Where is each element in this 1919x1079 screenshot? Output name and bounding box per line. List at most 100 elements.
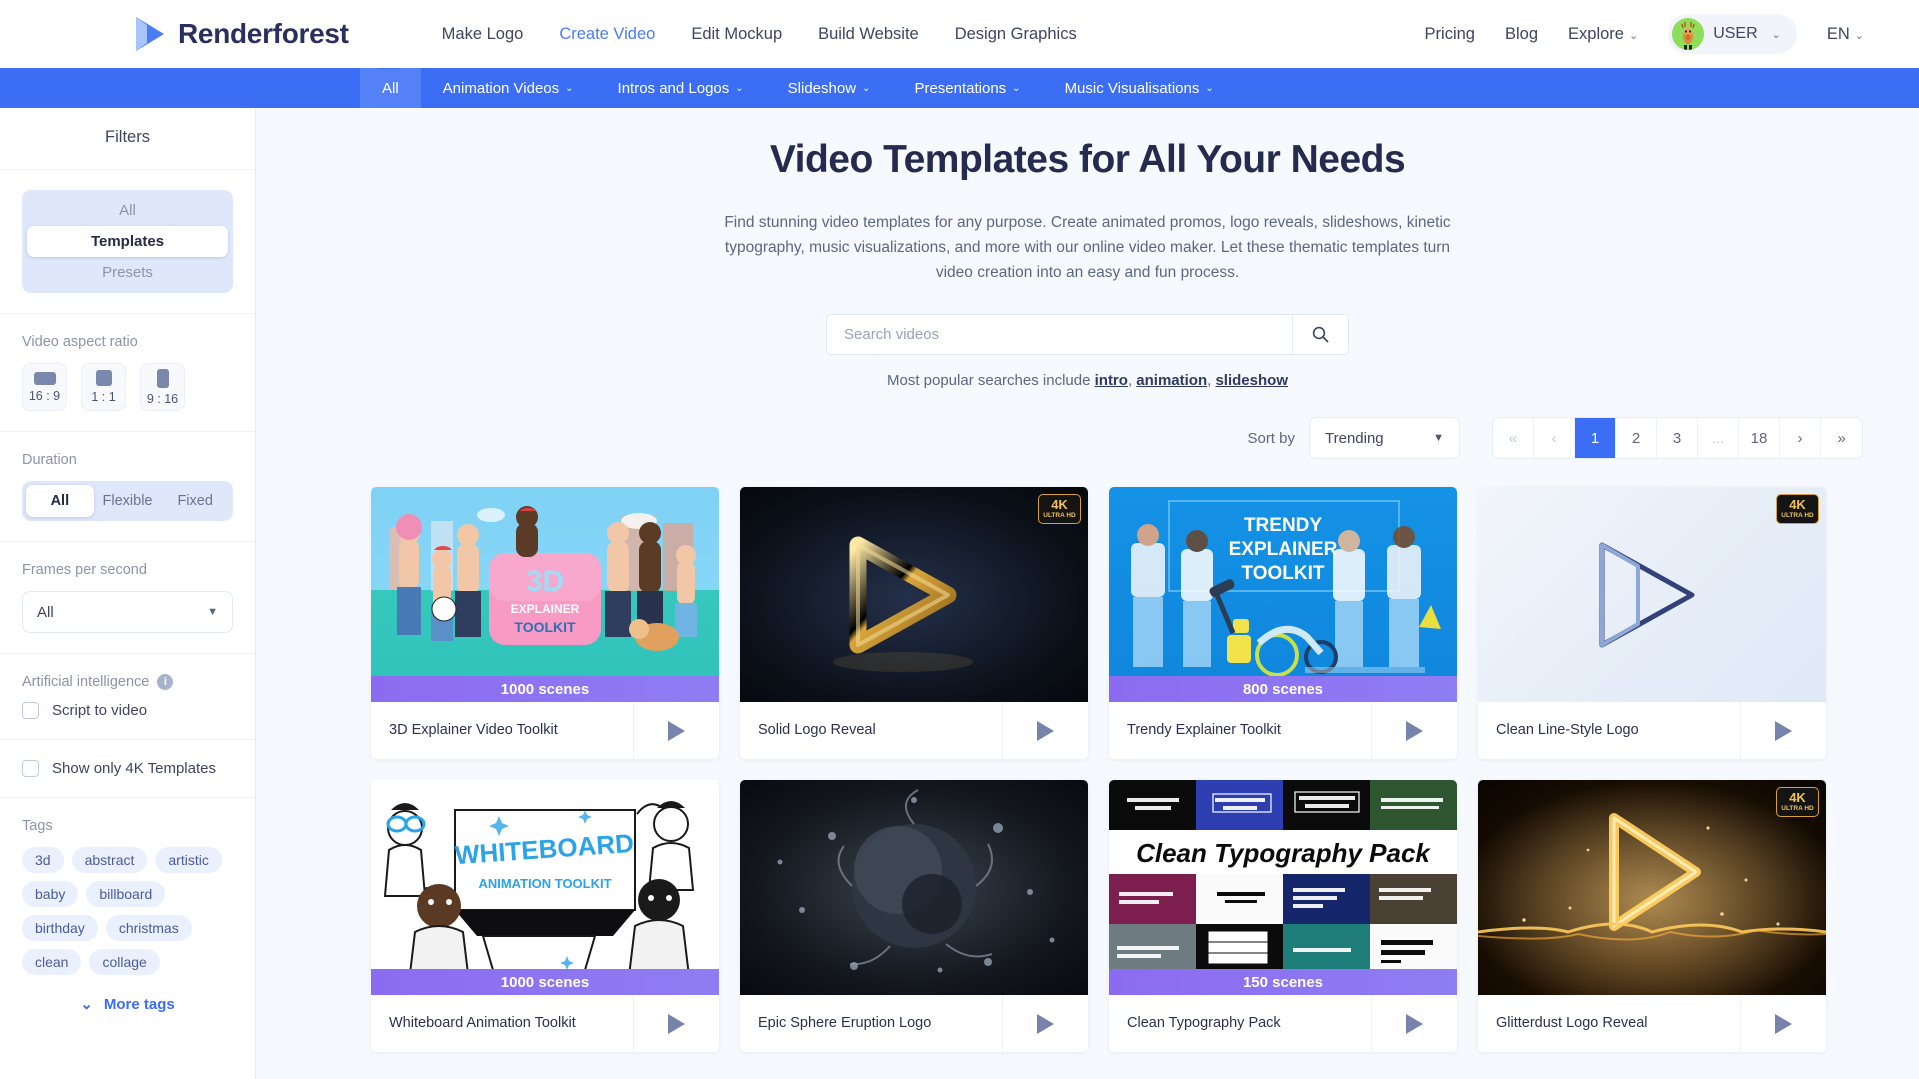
play-button[interactable] <box>1740 702 1826 760</box>
primary-nav: Make Logo Create Video Edit Mockup Build… <box>442 25 1077 44</box>
popular-link-animation[interactable]: animation <box>1136 372 1207 389</box>
tab-presentations[interactable]: Presentations ⌄ <box>892 68 1042 108</box>
thumbnail-art-clean-typography-pack: Clean Typography Pack <box>1109 780 1457 996</box>
template-card[interactable]: Epic Sphere Eruption Logo <box>740 780 1088 1053</box>
rect-portrait-icon <box>156 368 169 388</box>
play-button[interactable] <box>1002 702 1088 760</box>
nav-design-graphics[interactable]: Design Graphics <box>955 25 1077 44</box>
page-18[interactable]: 18 <box>1739 418 1780 459</box>
type-option-presets[interactable]: Presets <box>27 257 228 288</box>
play-button[interactable] <box>1371 995 1457 1053</box>
tag-chip[interactable]: collage <box>89 949 160 975</box>
play-button[interactable] <box>1002 995 1088 1053</box>
tab-all[interactable]: All <box>360 68 421 108</box>
template-thumbnail[interactable]: Clean Typography Pack 150 scenes <box>1109 780 1457 996</box>
popular-link-intro[interactable]: intro <box>1095 372 1128 389</box>
template-card[interactable]: 3D EXPLAINER TOOLKIT 1000 scenes 3D Expl… <box>371 487 719 760</box>
page-prev[interactable]: ‹ <box>1534 418 1575 459</box>
play-button[interactable] <box>633 995 719 1053</box>
tag-chip[interactable]: birthday <box>22 915 98 941</box>
more-tags-button[interactable]: ⌄ More tags <box>22 995 233 1014</box>
search-button[interactable] <box>1292 315 1348 355</box>
checkbox-icon[interactable] <box>22 702 39 719</box>
tab-intros-and-logos[interactable]: Intros and Logos ⌄ <box>596 68 766 108</box>
thumbnail-art-trendy-explainer: TRENDY EXPLAINER TOOLKIT <box>1109 487 1457 703</box>
nav-blog[interactable]: Blog <box>1505 25 1538 44</box>
template-thumbnail[interactable]: 4K ULTRA HD <box>1478 487 1826 703</box>
tag-chip[interactable]: billboard <box>86 881 166 907</box>
duration-option-all[interactable]: All <box>26 485 94 517</box>
page-title: Video Templates for All Your Needs <box>769 138 1406 181</box>
search-input[interactable] <box>827 315 1292 355</box>
svg-text:ANIMATION TOOLKIT: ANIMATION TOOLKIT <box>478 876 611 891</box>
language-selector[interactable]: EN ⌄ <box>1827 25 1864 44</box>
page-1[interactable]: 1 <box>1575 418 1616 459</box>
badge-4k-line1: 4K <box>1789 496 1806 512</box>
tag-chip[interactable]: 3d <box>22 847 64 873</box>
nav-make-logo[interactable]: Make Logo <box>442 25 524 44</box>
nav-explore[interactable]: Explore ⌄ <box>1568 25 1638 44</box>
play-icon <box>668 1013 685 1034</box>
tag-chip[interactable]: baby <box>22 881 79 907</box>
play-button[interactable] <box>1371 702 1457 760</box>
popular-searches: Most popular searches include intro, ani… <box>886 372 1288 390</box>
tag-chip[interactable]: abstract <box>71 847 148 873</box>
template-card[interactable]: Clean Typography Pack 150 scenes Clean T… <box>1109 780 1457 1053</box>
template-thumbnail[interactable]: 3D EXPLAINER TOOLKIT 1000 scenes <box>371 487 719 703</box>
script-to-video-checkbox-row[interactable]: Script to video <box>22 702 233 719</box>
template-card[interactable]: WHITEBOARD ANIMATION TOOLKIT 1000 scenes… <box>371 780 719 1053</box>
page-next[interactable]: › <box>1780 418 1821 459</box>
template-card[interactable]: TRENDY EXPLAINER TOOLKIT 800 scenes Tren… <box>1109 487 1457 760</box>
tag-chip[interactable]: artistic <box>155 847 222 873</box>
template-thumbnail[interactable]: 4K ULTRA HD <box>1478 780 1826 996</box>
type-option-all[interactable]: All <box>27 195 228 226</box>
play-icon <box>1406 1013 1423 1034</box>
aspect-1-1[interactable]: 1 : 1 <box>81 363 126 411</box>
duration-option-flexible[interactable]: Flexible <box>94 485 162 517</box>
nav-edit-mockup[interactable]: Edit Mockup <box>691 25 782 44</box>
aspect-9-16[interactable]: 9 : 16 <box>140 363 185 411</box>
only-4k-checkbox-row[interactable]: Show only 4K Templates <box>22 760 233 777</box>
info-icon[interactable]: i <box>157 674 174 690</box>
chevron-down-icon: ⌄ <box>735 82 744 94</box>
template-card[interactable]: 4K ULTRA HD Clean Line-Style Logo <box>1478 487 1826 760</box>
play-button[interactable] <box>1740 995 1826 1053</box>
template-thumbnail[interactable]: 4K ULTRA HD <box>740 487 1088 703</box>
page-2[interactable]: 2 <box>1616 418 1657 459</box>
tab-label: Slideshow <box>787 79 857 97</box>
template-card[interactable]: 4K ULTRA HD Solid Logo Reveal <box>740 487 1088 760</box>
checkbox-icon[interactable] <box>22 760 39 777</box>
tag-chip[interactable]: christmas <box>105 915 192 941</box>
play-icon <box>1775 720 1792 741</box>
tab-label: Animation Videos <box>442 79 560 97</box>
user-menu[interactable]: USER ⌄ <box>1668 14 1797 54</box>
scene-count-bar: 1000 scenes <box>371 969 719 996</box>
duration-label: Duration <box>22 452 77 468</box>
tab-slideshow[interactable]: Slideshow ⌄ <box>766 68 893 108</box>
aspect-16-9[interactable]: 16 : 9 <box>22 363 67 411</box>
nav-create-video[interactable]: Create Video <box>559 25 655 44</box>
page-last[interactable]: » <box>1821 418 1862 458</box>
play-button[interactable] <box>633 702 719 760</box>
page-first[interactable]: « <box>1493 418 1534 459</box>
template-thumbnail[interactable]: WHITEBOARD ANIMATION TOOLKIT 1000 scenes <box>371 780 719 996</box>
type-option-templates[interactable]: Templates <box>27 226 228 257</box>
filters-title: Filters <box>0 108 255 170</box>
fps-select[interactable]: All ▼ <box>22 591 233 633</box>
duration-option-fixed[interactable]: Fixed <box>161 485 229 517</box>
template-thumbnail[interactable]: TRENDY EXPLAINER TOOLKIT 800 scenes <box>1109 487 1457 703</box>
filter-aspect-section: Video aspect ratio 16 : 9 1 : 1 9 : 16 <box>0 314 255 432</box>
page-3[interactable]: 3 <box>1657 418 1698 459</box>
popular-link-slideshow[interactable]: slideshow <box>1215 372 1288 389</box>
tab-music-visualisations[interactable]: Music Visualisations ⌄ <box>1043 68 1236 108</box>
play-icon <box>1037 720 1054 741</box>
tag-chip[interactable]: clean <box>22 949 82 975</box>
template-card[interactable]: 4K ULTRA HD Glitterdust Logo Reveal <box>1478 780 1826 1053</box>
sort-select[interactable]: Trending ▼ <box>1309 417 1460 460</box>
play-icon <box>668 720 685 741</box>
nav-build-website[interactable]: Build Website <box>818 25 919 44</box>
tab-animation-videos[interactable]: Animation Videos ⌄ <box>421 68 596 108</box>
template-thumbnail[interactable] <box>740 780 1088 996</box>
nav-pricing[interactable]: Pricing <box>1425 25 1475 44</box>
brand-logo[interactable]: Renderforest <box>133 15 349 53</box>
